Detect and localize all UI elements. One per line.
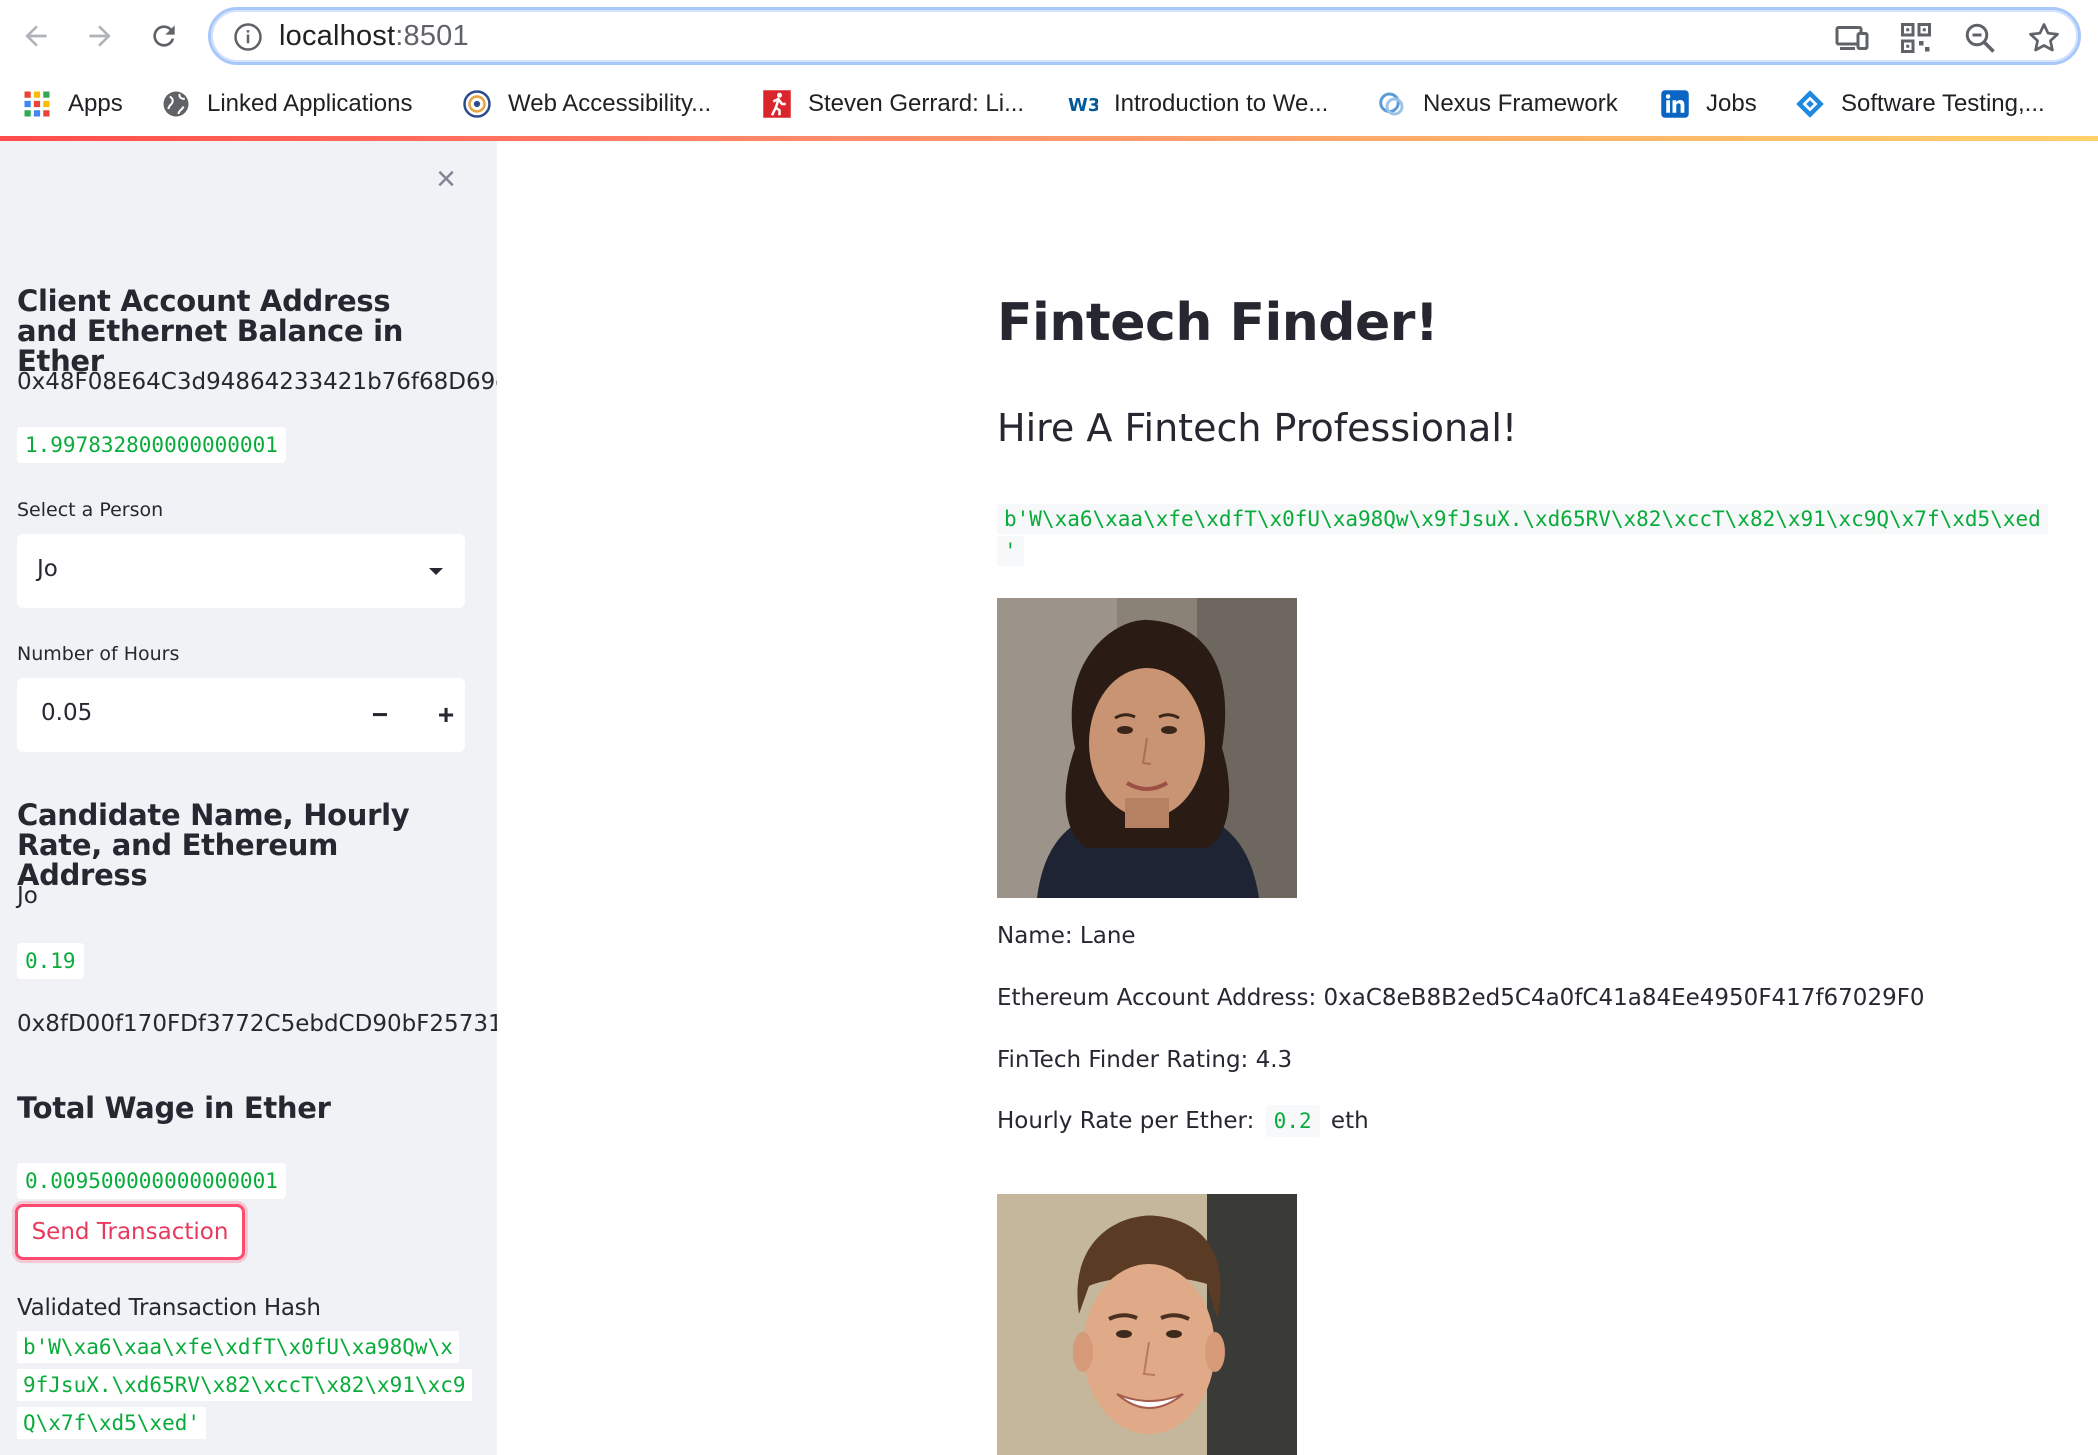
hours-input[interactable]: 0.05 − + [17, 678, 465, 752]
linkedin-icon [1660, 89, 1690, 119]
send-transaction-button[interactable]: Send Transaction [15, 1204, 245, 1260]
select-person-label: Select a Person [17, 499, 164, 521]
hash-heading: Validated Transaction Hash [17, 1295, 321, 1321]
hours-input-value[interactable]: 0.05 [41, 700, 92, 726]
hash-line: b'W\xa6\xaa\xfe\xdfT\x0fU\xa98Qw\x [17, 1331, 459, 1363]
close-sidebar-button[interactable]: × [430, 160, 462, 198]
qr-code-icon[interactable] [1898, 20, 1934, 56]
bookmark-label: Nexus Framework [1423, 90, 1618, 117]
rate-prefix: Hourly Rate per Ether: [997, 1108, 1255, 1134]
forward-button[interactable] [76, 12, 124, 60]
bookmark-label: Software Testing,... [1841, 90, 2045, 117]
arrow-right-icon [89, 25, 111, 47]
chevron-down-icon [429, 568, 443, 575]
candidate-name-text: Name: Lane [997, 923, 1136, 949]
bookmark-nexus-framework[interactable]: Nexus Framework [1377, 86, 1618, 122]
bookmark-label: Steven Gerrard: Li... [808, 90, 1025, 117]
wage-heading: Total Wage in Ether [17, 1091, 331, 1125]
candidate-address-text: Ethereum Account Address: 0xaC8eB8B2ed5C… [997, 985, 1925, 1011]
back-button[interactable] [12, 12, 60, 60]
diamond-icon [1795, 89, 1825, 119]
reload-icon [153, 25, 175, 47]
increment-button[interactable]: + [421, 690, 471, 740]
sidebar: × Client Account Address and Ethernet Ba… [0, 141, 497, 1455]
bookmark-linked-applications[interactable]: Linked Applications [161, 86, 412, 122]
bookmark-label: Jobs [1706, 90, 1757, 117]
transaction-hash-display: b'W\xa6\xaa\xfe\xdfT\x0fU\xa98Qw\x9fJsuX… [997, 503, 2048, 567]
runner-icon [762, 89, 792, 119]
bookmark-jobs[interactable]: Jobs [1660, 86, 1757, 122]
bookmark-apps[interactable]: Apps [22, 86, 123, 122]
hash-line: 9fJsuX.\xd65RV\x82\xccT\x82\x91\xc9 [17, 1369, 472, 1401]
person-select-value: Jo [37, 556, 58, 582]
bookmarks-bar: Apps Linked Applications Web Accessibili… [0, 72, 2098, 136]
bookmark-label: Linked Applications [207, 90, 413, 117]
url-text[interactable]: localhost:8501 [279, 20, 469, 53]
globe-icon [161, 89, 191, 119]
bookmark-label: Apps [68, 90, 123, 117]
page-subtitle: Hire A Fintech Professional! [997, 406, 1518, 450]
w3-icon: W3 [1068, 89, 1098, 119]
account-heading: Client Account Address and Ethernet Bala… [17, 284, 404, 378]
svg-text:W3: W3 [1068, 95, 1098, 116]
rate-value: 0.2 [1265, 1105, 1320, 1137]
hash-line: Q\x7f\xd5\xed' [17, 1407, 207, 1439]
hours-label: Number of Hours [17, 643, 180, 665]
person-select[interactable]: Jo [17, 534, 465, 608]
cast-icon[interactable] [1834, 20, 1870, 56]
rate-suffix: eth [1330, 1108, 1369, 1134]
page-title: Fintech Finder! [997, 293, 1439, 353]
candidate-rating-text: FinTech Finder Rating: 4.3 [997, 1047, 1293, 1073]
candidate-rate: 0.19 [17, 943, 84, 979]
bookmark-introduction-to-web[interactable]: W3 Introduction to We... [1068, 86, 1328, 122]
candidate-photo [997, 1194, 1297, 1455]
info-icon[interactable] [233, 22, 263, 52]
candidate-address: 0x8fD00f170FDf3772C5ebdCD90bF257316 [17, 1011, 497, 1037]
hash-line: b'W\xa6\xaa\xfe\xdfT\x0fU\xa98Qw\x9fJsuX… [997, 504, 2048, 534]
bookmark-software-testing[interactable]: Software Testing,... [1795, 86, 2045, 122]
accessibility-icon [462, 89, 492, 119]
wage-value: 0.009500000000000001 [17, 1163, 286, 1199]
nexus-icon [1377, 89, 1407, 119]
bookmark-label: Introduction to We... [1114, 90, 1329, 117]
balance-value: 1.997832800000000001 [17, 427, 286, 463]
candidate-name: Jo [17, 883, 38, 909]
arrow-left-icon [25, 25, 47, 47]
candidate-photo [997, 598, 1297, 898]
candidate-rate-text: Hourly Rate per Ether: 0.2 eth [997, 1105, 1369, 1137]
bookmark-web-accessibility[interactable]: Web Accessibility... [462, 86, 711, 122]
account-address: 0x48F08E64C3d94864233421b76f68D69e [17, 369, 497, 395]
decrement-button[interactable]: − [355, 690, 405, 740]
bookmark-label: Web Accessibility... [508, 90, 712, 117]
address-bar[interactable]: localhost:8501 [208, 7, 2081, 65]
bookmark-star-icon[interactable] [2026, 20, 2062, 56]
browser-toolbar: localhost:8501 [0, 0, 2098, 72]
main-content: Fintech Finder! Hire A Fintech Professio… [497, 141, 2098, 1455]
reload-button[interactable] [140, 12, 188, 60]
bookmark-steven-gerrard[interactable]: Steven Gerrard: Li... [762, 86, 1024, 122]
hash-line: ' [997, 536, 1024, 566]
apps-grid-icon [22, 89, 52, 119]
close-icon: × [436, 160, 456, 198]
candidate-heading: Candidate Name, Hourly Rate, and Ethereu… [17, 798, 410, 892]
transaction-hash: b'W\xa6\xaa\xfe\xdfT\x0fU\xa98Qw\x 9fJsu… [17, 1328, 472, 1442]
zoom-icon[interactable] [1962, 20, 1998, 56]
